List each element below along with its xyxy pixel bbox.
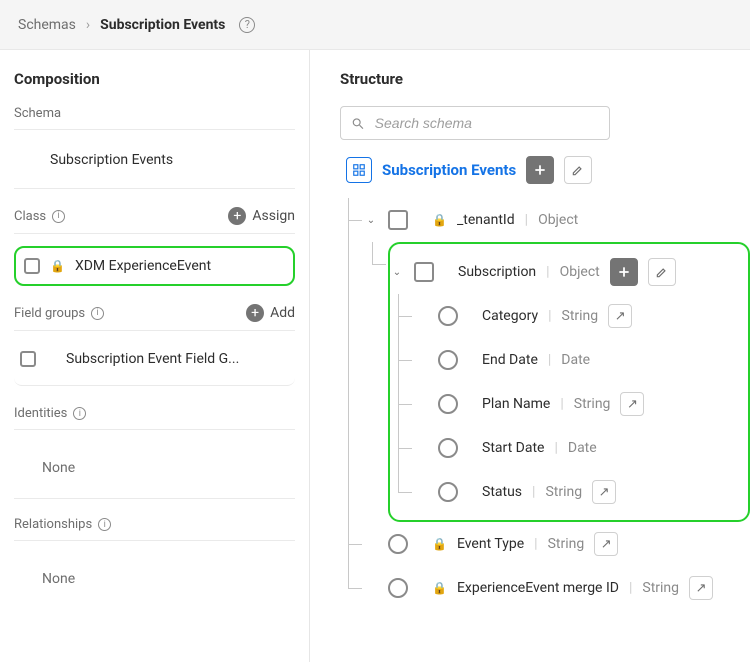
schema-name: Subscription Events (14, 142, 295, 189)
field-type: Date (568, 440, 597, 456)
subscription-highlight: ⌄ Subscription | Object (388, 242, 750, 522)
breadcrumb-root[interactable]: Schemas (18, 17, 76, 33)
checkbox[interactable] (414, 262, 434, 282)
field-type: String (642, 580, 679, 596)
field-type: String (545, 484, 582, 500)
collapse-icon[interactable]: ⌄ (390, 267, 404, 278)
collapse-icon[interactable]: ⌄ (364, 215, 378, 226)
assign-label: Assign (252, 208, 295, 224)
open-field-button[interactable]: ↗ (592, 480, 616, 504)
plus-icon: + (246, 304, 264, 322)
schema-tree: Subscription Events ⌄ 🔒 _tenantId (340, 156, 750, 610)
search-input[interactable] (340, 106, 610, 140)
field-marker[interactable] (438, 438, 458, 458)
field-name: _tenantId (457, 212, 515, 228)
breadcrumb-header: Schemas › Subscription Events ? (0, 0, 750, 50)
checkbox[interactable] (388, 210, 408, 230)
field-name: Subscription (458, 264, 536, 280)
field-type: Object (538, 212, 578, 228)
field-marker[interactable] (438, 306, 458, 326)
lock-icon: 🔒 (432, 213, 447, 227)
add-field-group-button[interactable]: + Add (246, 304, 295, 322)
open-field-button[interactable]: ↗ (620, 392, 644, 416)
field-name: Start Date (482, 440, 544, 456)
field-type: String (548, 536, 585, 552)
breadcrumb-current: Subscription Events (100, 17, 225, 33)
edit-button[interactable] (564, 156, 592, 184)
field-marker[interactable] (438, 394, 458, 414)
add-field-button[interactable] (526, 156, 554, 184)
relationships-none: None (14, 553, 295, 609)
assign-class-button[interactable]: + Assign (228, 207, 295, 225)
field-group-name: Subscription Event Field G... (66, 351, 239, 367)
schema-root-name[interactable]: Subscription Events (382, 161, 516, 179)
field-name: Status (482, 484, 522, 500)
lock-icon: 🔒 (432, 537, 447, 551)
open-field-button[interactable]: ↗ (608, 304, 632, 328)
chevron-right-icon: › (86, 17, 90, 33)
composition-title: Composition (14, 70, 295, 88)
info-icon[interactable]: i (98, 518, 111, 531)
plus-icon (617, 265, 631, 279)
tree-node-event-type: 🔒 Event Type | String ↗ (340, 522, 750, 566)
plus-icon: + (228, 207, 246, 225)
tree-node-field: End Date|Date (390, 338, 740, 382)
info-icon[interactable]: i (73, 407, 86, 420)
open-field-button[interactable]: ↗ (594, 532, 618, 556)
pencil-icon (655, 265, 669, 279)
schema-root-icon[interactable] (346, 157, 372, 183)
field-marker[interactable] (388, 578, 408, 598)
help-icon[interactable]: ? (239, 17, 255, 33)
pencil-icon (571, 163, 585, 177)
tree-node-merge-id: 🔒 ExperienceEvent merge ID | String ↗ (340, 566, 750, 610)
field-marker[interactable] (438, 482, 458, 502)
field-name: Category (482, 308, 538, 324)
search-icon (351, 116, 365, 131)
search-field[interactable] (373, 114, 599, 132)
relationships-label: Relationships (14, 517, 92, 532)
checkbox[interactable] (20, 351, 36, 367)
add-field-button[interactable] (610, 258, 638, 286)
field-name: Event Type (457, 536, 524, 552)
tree-node-field: Plan Name|String↗ (390, 382, 740, 426)
open-field-button[interactable]: ↗ (689, 576, 713, 600)
plus-icon (533, 163, 547, 177)
edit-button[interactable] (648, 258, 676, 286)
tree-node-tenant: ⌄ 🔒 _tenantId | Object ⌄ (340, 198, 750, 522)
checkbox[interactable] (24, 258, 40, 274)
info-icon[interactable]: i (91, 307, 104, 320)
class-name: XDM ExperienceEvent (75, 258, 211, 274)
field-marker[interactable] (388, 534, 408, 554)
structure-panel: Structure Subscription Events (310, 50, 750, 662)
lock-icon: 🔒 (50, 259, 65, 273)
info-icon[interactable]: i (52, 210, 65, 223)
field-groups-label: Field groups (14, 306, 85, 321)
field-group-item[interactable]: Subscription Event Field G... (14, 343, 295, 386)
class-item[interactable]: 🔒 XDM ExperienceEvent (14, 246, 295, 286)
identities-none: None (14, 442, 295, 499)
field-marker[interactable] (438, 350, 458, 370)
field-name: ExperienceEvent merge ID (457, 580, 619, 596)
composition-panel: Composition Schema Subscription Events C… (0, 50, 310, 662)
lock-icon: 🔒 (432, 581, 447, 595)
tree-node-field: Category|String↗ (390, 294, 740, 338)
tree-node-field: Status|String↗ (390, 470, 740, 514)
field-name: Plan Name (482, 396, 550, 412)
structure-title: Structure (340, 70, 750, 88)
class-label: Class (14, 209, 46, 224)
tree-node-field: Start Date|Date (390, 426, 740, 470)
field-type: String (562, 308, 599, 324)
field-type: Object (560, 264, 600, 280)
add-label: Add (270, 305, 295, 321)
field-type: Date (561, 352, 590, 368)
field-type: String (574, 396, 611, 412)
field-name: End Date (482, 352, 538, 368)
identities-label: Identities (14, 406, 67, 421)
tree-node-subscription: ⌄ Subscription | Object (364, 242, 750, 522)
schema-label: Schema (14, 106, 61, 121)
